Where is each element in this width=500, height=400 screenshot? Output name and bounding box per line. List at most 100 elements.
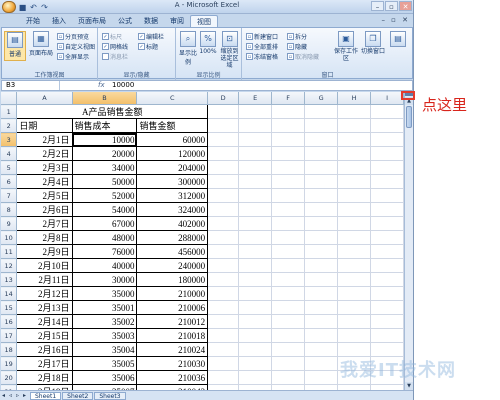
cost-cell[interactable]: 50000 [71, 174, 138, 190]
cell[interactable] [304, 244, 339, 260]
sales-cell[interactable]: 210036 [136, 370, 209, 386]
cost-cell[interactable]: 10000 [71, 132, 138, 148]
cell[interactable] [271, 300, 306, 316]
sales-cell[interactable]: 210000 [136, 286, 209, 302]
row-header[interactable]: 12 [1, 258, 18, 274]
cell[interactable] [304, 146, 339, 162]
cell[interactable] [207, 314, 240, 330]
date-cell[interactable]: 2月14日 [16, 314, 73, 330]
cell[interactable] [238, 244, 273, 260]
date-cell[interactable]: 2月1日 [16, 132, 73, 148]
cell[interactable] [238, 370, 273, 386]
sales-cell[interactable]: 120000 [136, 146, 209, 162]
cell[interactable] [271, 356, 306, 372]
sales-cell[interactable]: 288000 [136, 230, 209, 246]
date-cell[interactable]: 2月12日 [16, 286, 73, 302]
cell[interactable] [304, 286, 339, 302]
cell[interactable] [207, 370, 240, 386]
sales-cell[interactable]: 312000 [136, 188, 209, 204]
cost-cell[interactable]: 48000 [71, 230, 138, 246]
next-sheet-arrow-icon[interactable]: ▹ [16, 392, 22, 399]
cell[interactable] [207, 216, 240, 232]
new-window-button[interactable]: ▫ 新建窗口 [246, 32, 278, 41]
cell-grid[interactable]: A B C D E F G H I 1 A产品销售金额 2 日期 销售成本 销售… [1, 92, 404, 390]
cell[interactable] [370, 118, 404, 134]
cell[interactable] [238, 230, 273, 246]
cell[interactable] [337, 300, 372, 316]
custom-views-button[interactable]: ▫ 自定义视图 [57, 42, 95, 51]
cell[interactable] [337, 328, 372, 344]
column-header[interactable]: H [337, 92, 372, 106]
cell[interactable] [271, 104, 306, 120]
scroll-thumb[interactable] [406, 106, 412, 128]
cell[interactable] [207, 146, 240, 162]
prev-sheet-arrow-icon[interactable]: ◃ [9, 392, 15, 399]
cell[interactable] [304, 174, 339, 190]
tab-home[interactable]: 开始 [20, 15, 46, 27]
cell[interactable] [337, 160, 372, 176]
cost-cell[interactable]: 35000 [71, 286, 138, 302]
date-cell[interactable]: 2月11日 [16, 272, 73, 288]
cell[interactable] [207, 230, 240, 246]
date-cell[interactable]: 2月7日 [16, 216, 73, 232]
cost-cell[interactable]: 35002 [71, 314, 138, 330]
sheet-tab-1[interactable]: Sheet1 [30, 391, 62, 400]
cell[interactable] [271, 370, 306, 386]
page-break-preview-button[interactable]: ▫ 分页预览 [57, 32, 89, 41]
cost-cell[interactable]: 35004 [71, 342, 138, 358]
cost-cell[interactable]: 54000 [71, 202, 138, 218]
cell[interactable] [370, 328, 404, 344]
cell[interactable] [207, 286, 240, 302]
undo-icon[interactable]: ↶ [29, 3, 38, 12]
save-workspace-button[interactable]: ▣ 保存工作区 [334, 31, 358, 62]
cell[interactable] [207, 132, 240, 148]
arrange-all-button[interactable]: ▫ 全部重排 [246, 42, 278, 51]
cell[interactable] [271, 342, 306, 358]
row-header[interactable]: 9 [1, 216, 18, 232]
sales-cell[interactable]: 60000 [136, 132, 209, 148]
close-button[interactable]: ✕ [399, 1, 412, 11]
normal-view-button[interactable]: ▤ 普通 [4, 31, 26, 61]
cell[interactable] [238, 146, 273, 162]
cell[interactable] [304, 370, 339, 386]
cell[interactable] [370, 174, 404, 190]
edit-bar-checkbox[interactable]: ✓ 编辑栏 [138, 32, 164, 41]
sales-cell[interactable]: 180000 [136, 272, 209, 288]
office-button[interactable] [2, 1, 16, 13]
cell[interactable] [271, 314, 306, 330]
cost-cell[interactable]: 52000 [71, 188, 138, 204]
column-header[interactable]: D [207, 92, 240, 106]
cell[interactable] [337, 174, 372, 190]
row-header[interactable]: 1 [1, 104, 18, 120]
cell[interactable] [304, 328, 339, 344]
row-header[interactable]: 10 [1, 230, 18, 246]
cell[interactable] [271, 258, 306, 274]
cell[interactable] [337, 216, 372, 232]
cell[interactable] [271, 146, 306, 162]
sales-cell[interactable]: 240000 [136, 258, 209, 274]
scroll-down-arrow-icon[interactable]: ▼ [405, 382, 413, 390]
cell[interactable] [370, 230, 404, 246]
cell[interactable] [271, 244, 306, 260]
cell[interactable] [337, 202, 372, 218]
date-cell[interactable]: 2月13日 [16, 300, 73, 316]
ruler-checkbox[interactable]: ✓ 标尺 [102, 32, 122, 41]
full-screen-button[interactable]: ▫ 全屏显示 [57, 52, 89, 61]
name-box[interactable]: B3 [4, 81, 60, 90]
sales-cell[interactable]: 210030 [136, 356, 209, 372]
date-cell[interactable]: 2月18日 [16, 370, 73, 386]
row-header[interactable]: 11 [1, 244, 18, 260]
cell[interactable] [337, 314, 372, 330]
cell[interactable] [238, 328, 273, 344]
cell[interactable] [238, 174, 273, 190]
cell[interactable] [370, 202, 404, 218]
cell[interactable] [370, 132, 404, 148]
sheet-tab-2[interactable]: Sheet2 [62, 391, 94, 400]
cell[interactable] [304, 160, 339, 176]
sales-cell[interactable]: 456000 [136, 244, 209, 260]
minimize-button[interactable]: – [371, 1, 384, 11]
cost-cell[interactable]: 20000 [71, 146, 138, 162]
cell[interactable] [337, 132, 372, 148]
cell[interactable] [370, 188, 404, 204]
cell[interactable] [337, 230, 372, 246]
